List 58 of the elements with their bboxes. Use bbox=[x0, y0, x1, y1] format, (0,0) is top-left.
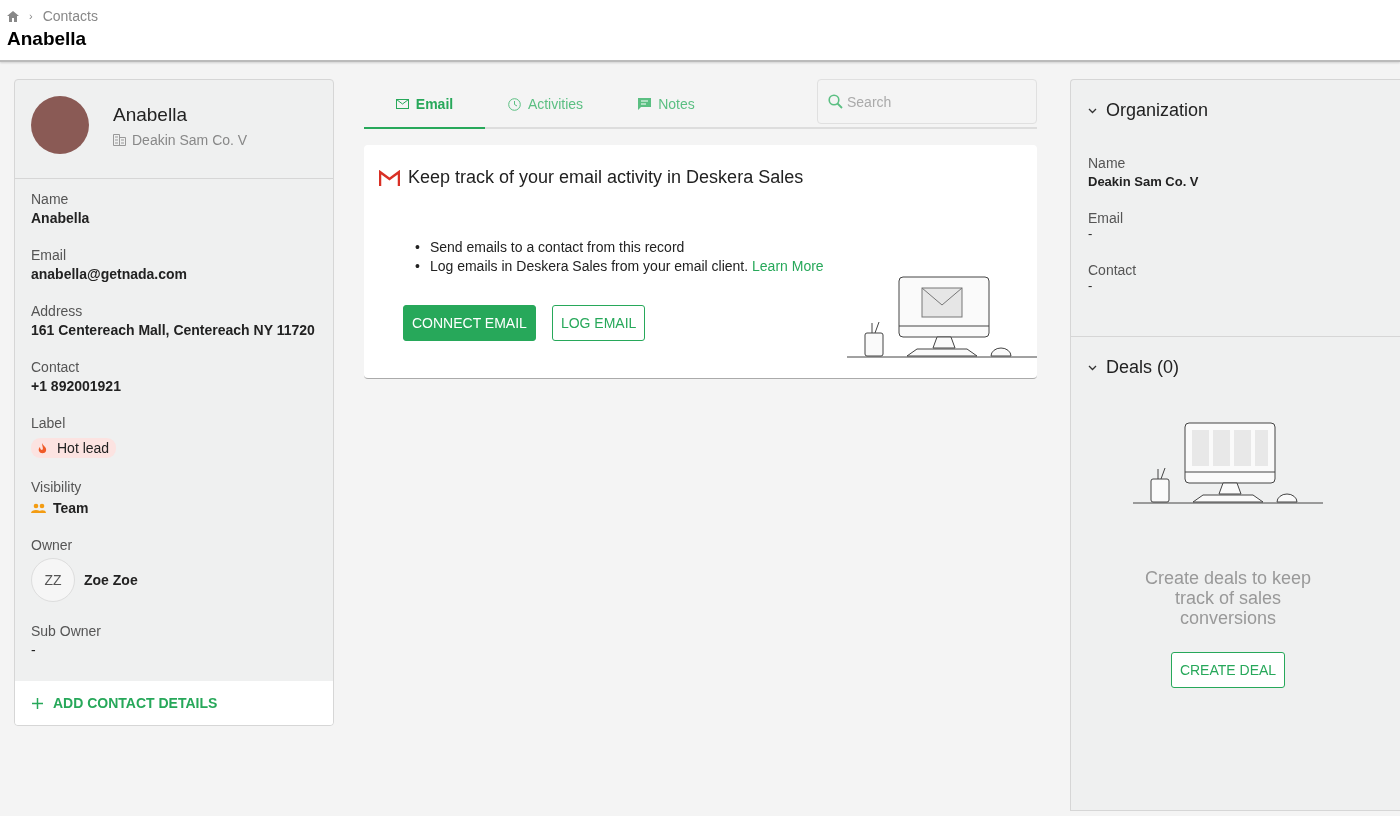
company-name: Deakin Sam Co. V bbox=[132, 132, 248, 148]
learn-more-link[interactable]: Learn More bbox=[752, 258, 824, 274]
field-label: Label bbox=[31, 415, 67, 431]
field-label: Owner bbox=[31, 537, 74, 553]
flame-icon bbox=[38, 442, 47, 454]
field-label: Contact bbox=[1088, 262, 1138, 278]
bullet-text: Log emails in Deskera Sales from your email client. Learn More bbox=[429, 257, 824, 276]
field-label: Email bbox=[31, 247, 67, 263]
chevron-icon[interactable] bbox=[1088, 364, 1097, 371]
photo-placeholder bbox=[31, 96, 89, 154]
tab[interactable]: Notes bbox=[606, 81, 727, 129]
add-contact-details-button[interactable]: ADD CONTACT DETAILS bbox=[15, 681, 333, 725]
field-label: Contact bbox=[31, 359, 81, 375]
tab[interactable]: Email bbox=[364, 81, 485, 129]
contact-name: Anabella bbox=[113, 104, 188, 126]
section-title: Deals (0) bbox=[1106, 357, 1180, 378]
search-field[interactable]: Search bbox=[817, 79, 1037, 124]
field-value: Team bbox=[53, 500, 89, 516]
page-title: Anabella bbox=[7, 28, 88, 50]
log-email-button[interactable]: LOG EMAIL bbox=[551, 305, 646, 341]
breadcrumb-separator: › bbox=[29, 10, 33, 22]
bullet-text: Send emails to a contact from this record bbox=[429, 238, 685, 257]
create-deal-button[interactable]: CREATE DEAL bbox=[1170, 652, 1286, 688]
breadcrumb-link[interactable]: Contacts bbox=[42, 8, 98, 24]
search-icon bbox=[828, 94, 843, 109]
field-value: Anabella bbox=[31, 210, 91, 226]
clock-icon bbox=[507, 97, 521, 111]
envelope-icon bbox=[395, 99, 409, 109]
people-icon bbox=[31, 503, 46, 513]
field-value: - bbox=[31, 642, 37, 658]
field-value: anabella@getnada.com bbox=[31, 266, 189, 282]
plus-icon bbox=[32, 697, 43, 709]
home-icon[interactable] bbox=[7, 10, 19, 22]
field-value: Deakin Sam Co. V bbox=[1088, 174, 1200, 189]
field-label: Name bbox=[1088, 155, 1127, 171]
section-title: Organization bbox=[1106, 100, 1209, 121]
field-label: Address bbox=[31, 303, 84, 319]
field-label: Name bbox=[31, 191, 70, 207]
field-value: - bbox=[1088, 278, 1094, 293]
field-value: - bbox=[1088, 226, 1094, 241]
hot-lead-tag: Hot lead bbox=[31, 438, 117, 458]
chevron-icon[interactable] bbox=[1088, 107, 1097, 114]
field-value: 161 Centereach Mall, Centereach NY 11720 bbox=[31, 322, 316, 338]
bullet-marker: • bbox=[415, 257, 420, 276]
tab[interactable]: Activities bbox=[485, 81, 606, 129]
mail-logo-icon bbox=[379, 169, 400, 186]
card-title: Keep track of your email activity in Deskera Sales bbox=[408, 167, 804, 188]
connect-email-button[interactable]: CONNECT EMAIL bbox=[403, 305, 536, 341]
field-value: Zoe Zoe bbox=[84, 572, 138, 588]
building-icon bbox=[113, 134, 126, 146]
field-label: Email bbox=[1088, 210, 1124, 226]
bullet-marker: • bbox=[415, 238, 420, 257]
field-value: +1 892001921 bbox=[31, 378, 122, 394]
owner-avatar: ZZ bbox=[31, 558, 75, 602]
empty-state-text: Create deals to keep track of sales conversions bbox=[1143, 568, 1313, 628]
field-label: Visibility bbox=[31, 479, 83, 495]
field-label: Sub Owner bbox=[31, 623, 103, 639]
chat-icon bbox=[638, 97, 652, 111]
